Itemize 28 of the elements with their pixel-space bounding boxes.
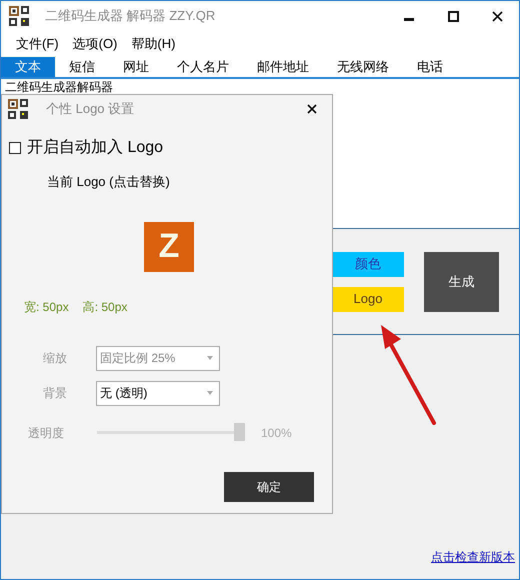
checkbox-label: 开启自动加入 Logo [27, 138, 164, 158]
checkbox[interactable] [9, 142, 21, 154]
width-label: 宽: 50px [24, 298, 69, 316]
tab[interactable]: 文本 [1, 57, 55, 77]
current-logo-label: 当前 Logo (点击替换) [47, 173, 170, 191]
caret-icon [207, 356, 213, 360]
dropdown-value: 固定比例 25% [100, 350, 176, 367]
field-label: 透明度 [27, 424, 65, 442]
qr-code-icon [8, 99, 28, 119]
window-title: 二维码生成器 解码器 ZZY.QR [45, 7, 216, 26]
update-link[interactable]: 点击检查新版本 [431, 548, 515, 566]
menu-item[interactable]: 选项(O) [66, 33, 124, 55]
menu-item[interactable]: 帮助(H) [124, 33, 182, 55]
logo-button[interactable]: Logo [332, 286, 404, 312]
generate-button[interactable]: 生成 [424, 252, 499, 312]
dialog-title: 个性 Logo 设置 [46, 100, 134, 118]
field-label: 缩放 [42, 350, 68, 367]
dropdown[interactable]: 无 (透明) [96, 380, 220, 406]
height-label: 高: 50px [82, 298, 128, 316]
caret-icon [207, 391, 213, 395]
field-label: 背景 [42, 385, 68, 402]
ok-button[interactable]: 确定 [224, 472, 314, 502]
color-button[interactable]: 颜色 [332, 252, 404, 276]
qr-code-icon [9, 6, 29, 26]
dropdown-value: 无 (透明) [100, 385, 148, 402]
menu-item[interactable]: 文件(F) [9, 33, 66, 55]
logo-preview[interactable]: Z [144, 222, 194, 272]
slider-value: 100% [261, 424, 292, 442]
